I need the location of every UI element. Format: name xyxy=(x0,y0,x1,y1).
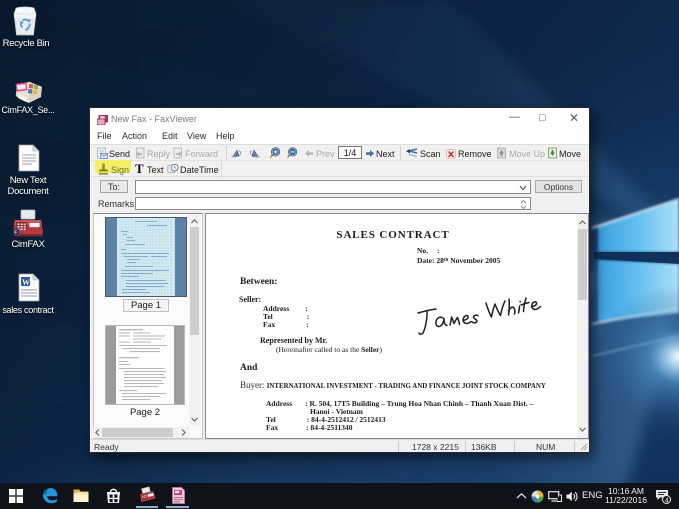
svg-text:4: 4 xyxy=(665,495,669,504)
svg-text:F: F xyxy=(14,229,17,234)
svg-text:W: W xyxy=(22,278,30,287)
